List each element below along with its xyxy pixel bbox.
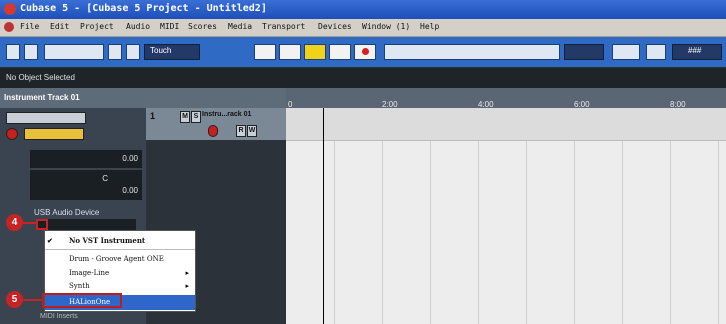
grid-type-icon[interactable] [646, 44, 666, 60]
track-list-header [146, 88, 286, 108]
delay-value: 0.00 [122, 186, 138, 195]
cubase-menu-icon[interactable] [4, 22, 14, 32]
checkmark-icon: ✔ [47, 236, 53, 245]
ruler[interactable]: 0 2:00 4:00 6:00 8:00 [286, 88, 726, 109]
solo-button[interactable]: S [191, 111, 201, 123]
volume-value: 0.00 [122, 154, 138, 163]
play-icon[interactable] [329, 44, 351, 60]
read-button[interactable]: R [236, 125, 246, 137]
title-bar: Cubase 5 - [Cubase 5 Project - Untitled2… [0, 0, 726, 19]
automation-mode-value: Touch [150, 46, 172, 55]
menu-file[interactable]: File [20, 22, 39, 31]
record-enable-icon[interactable] [6, 128, 18, 140]
cubase-app-icon [4, 3, 16, 15]
snap-value: ### [688, 46, 702, 55]
track-row[interactable]: 1 M S Instru...rack 01 R W [146, 108, 286, 140]
mute-button[interactable]: M [180, 111, 190, 123]
step5-highlight-box [42, 293, 122, 308]
menu-audio[interactable]: Audio [126, 22, 150, 31]
menu-devices[interactable]: Devices [318, 22, 352, 31]
inspector-button-row[interactable] [6, 112, 86, 124]
monitor-buttons[interactable] [24, 128, 84, 140]
step-5-connector [22, 299, 42, 301]
window-layout-buttons[interactable] [44, 44, 104, 60]
automation-icon[interactable] [126, 44, 140, 60]
snap-toggle-icon[interactable] [612, 44, 640, 60]
volume-slider[interactable]: 0.00 [30, 150, 142, 168]
menu-item-synth[interactable]: Synth [69, 282, 90, 290]
inspector-header[interactable]: Instrument Track 01 [0, 88, 146, 108]
project-cursor[interactable] [323, 108, 324, 324]
constrain-delay-icon[interactable] [24, 44, 38, 60]
step-5-badge: 5 [6, 291, 23, 308]
midi-inserts-label[interactable]: MIDI Inserts [40, 313, 78, 320]
tool-buttons[interactable] [384, 44, 560, 60]
write-button[interactable]: W [247, 125, 257, 137]
step4-highlight-box [36, 219, 48, 230]
menu-item-image-line[interactable]: Image-Line [69, 269, 109, 277]
track-record-icon[interactable] [208, 125, 218, 137]
go-to-start-icon[interactable] [254, 44, 276, 60]
menu-item-groove-agent[interactable]: Drum - Groove Agent ONE [69, 255, 164, 263]
delay-slider[interactable]: 0.00 [30, 182, 142, 200]
snap-type-select[interactable] [564, 44, 604, 60]
inspector-track-name: Instrument Track 01 [4, 93, 80, 102]
menu-help[interactable]: Help [420, 22, 439, 31]
menu-divider [45, 249, 195, 250]
vst-instrument-slot[interactable] [36, 219, 136, 230]
mixer-icon[interactable] [108, 44, 122, 60]
menu-midi[interactable]: MIDI [160, 22, 179, 31]
track-lane[interactable] [286, 108, 726, 141]
menu-item-no-vst[interactable]: No VST Instrument [69, 236, 145, 245]
menu-media[interactable]: Media [228, 22, 252, 31]
toolbar: Touch ### [0, 37, 726, 67]
menu-project[interactable]: Project [80, 22, 114, 31]
record-icon[interactable] [354, 44, 376, 60]
cycle-icon[interactable] [279, 44, 301, 60]
step-4-badge: 4 [6, 214, 23, 231]
track-name[interactable]: Instru...rack 01 [202, 111, 251, 118]
menu-edit[interactable]: Edit [50, 22, 69, 31]
window-title: Cubase 5 - [Cubase 5 Project - Untitled2… [20, 3, 267, 14]
menu-window[interactable]: Window (1) [362, 22, 410, 31]
menu-bar: File Edit Project Audio MIDI Scores Medi… [0, 19, 726, 37]
menu-transport[interactable]: Transport [262, 22, 305, 31]
submenu-arrow-icon: ▸ [185, 282, 189, 290]
track-number: 1 [150, 111, 156, 121]
step-4-connector [22, 222, 36, 224]
submenu-arrow-icon: ▸ [185, 269, 189, 277]
project-activate-icon[interactable] [6, 44, 20, 60]
menu-scores[interactable]: Scores [188, 22, 217, 31]
output-device-label[interactable]: USB Audio Device [34, 208, 99, 217]
info-line-text: No Object Selected [6, 73, 75, 82]
info-line: No Object Selected [0, 68, 726, 88]
stop-icon[interactable] [304, 44, 326, 60]
